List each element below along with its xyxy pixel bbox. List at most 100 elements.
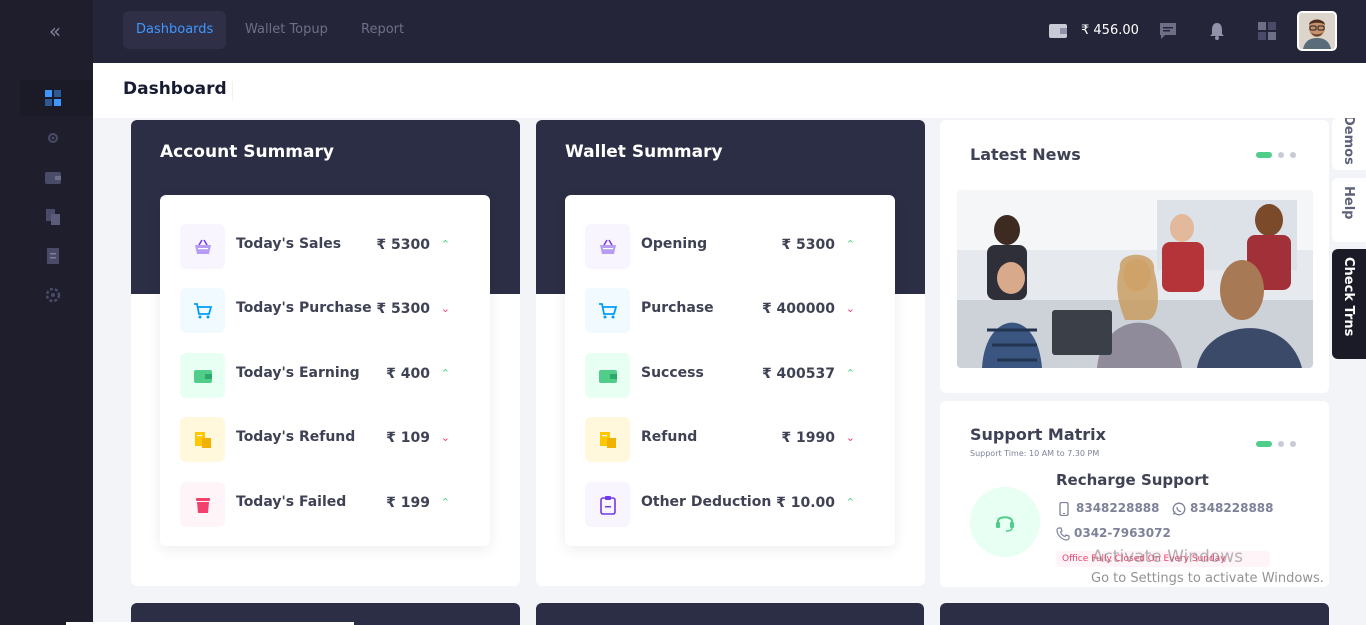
- row-label: Purchase: [641, 300, 714, 316]
- landline-phone[interactable]: 0342-7963072: [1056, 526, 1176, 542]
- nav-report[interactable]: Report: [348, 11, 417, 49]
- demos-tab-label: Demos: [1341, 118, 1356, 165]
- basket-icon: [180, 224, 225, 269]
- avatar[interactable]: [1297, 11, 1337, 51]
- trend-up-icon: ⌃: [845, 367, 855, 380]
- dashboard-grid-icon[interactable]: [44, 89, 62, 107]
- help-tab[interactable]: Help: [1332, 178, 1366, 242]
- carousel-indicator[interactable]: [1256, 152, 1300, 158]
- row-label: Today's Earning: [236, 365, 360, 381]
- carousel-dot[interactable]: [1278, 441, 1284, 447]
- row-value: ₹ 109: [386, 430, 430, 446]
- whatsapp-contact[interactable]: 8348228888: [1172, 501, 1292, 517]
- summary-row-success: Success ₹ 400537 ⌃: [585, 353, 875, 399]
- wallet-icon[interactable]: [1048, 22, 1068, 40]
- wallet-icon: [180, 353, 225, 398]
- summary-row-todays-earning: Today's Earning ₹ 400 ⌃: [180, 353, 470, 399]
- check-trns-tab[interactable]: Check Trns: [1332, 249, 1366, 359]
- gear-sprocket-icon[interactable]: [44, 129, 62, 147]
- coins-icon: [180, 417, 225, 462]
- trend-up-icon: ⌃: [845, 496, 855, 509]
- card-title: Account Summary: [160, 142, 334, 162]
- wallet-summary-card: Wallet Summary Opening ₹ 5300 ⌃ Purchase…: [536, 120, 925, 586]
- row-value: ₹ 10.00: [776, 495, 835, 511]
- news-image[interactable]: [957, 190, 1313, 368]
- double-chevron-left-icon[interactable]: «: [44, 20, 66, 42]
- headset-icon: [970, 487, 1040, 557]
- carousel-dot-active[interactable]: [1256, 152, 1272, 158]
- trend-up-icon: ⌃: [440, 238, 450, 251]
- whatsapp-number: 8348228888: [1190, 501, 1274, 515]
- summary-list: Opening ₹ 5300 ⌃ Purchase ₹ 400000 ⌄ Suc…: [565, 195, 895, 546]
- activate-windows-title: Activate Windows: [1092, 547, 1243, 567]
- activate-windows-subtitle: Go to Settings to activate Windows.: [1091, 571, 1324, 586]
- carousel-dot-active[interactable]: [1256, 441, 1272, 447]
- summary-row-other-deduction: Other Deduction ₹ 10.00 ⌃: [585, 482, 875, 528]
- top-header: Dashboards Wallet Topup Report ₹ 456.00: [93, 0, 1366, 63]
- row-value: ₹ 5300: [376, 237, 430, 253]
- summary-row-todays-sales: Today's Sales ₹ 5300 ⌃: [180, 224, 470, 270]
- report-file-icon[interactable]: [44, 247, 62, 265]
- latest-news-card: Latest News: [940, 120, 1329, 393]
- carousel-indicator[interactable]: [1256, 441, 1300, 447]
- bottom-card: [536, 603, 924, 625]
- row-value: ₹ 400: [386, 366, 430, 382]
- row-label: Today's Purchase: [236, 300, 372, 316]
- row-value: ₹ 5300: [781, 237, 835, 253]
- check-trns-tab-label: Check Trns: [1341, 257, 1356, 337]
- trend-up-icon: ⌃: [440, 367, 450, 380]
- carousel-dot[interactable]: [1278, 152, 1284, 158]
- documents-icon[interactable]: [44, 208, 62, 226]
- wallet-balance: ₹ 456.00: [1081, 23, 1139, 38]
- summary-list: Today's Sales ₹ 5300 ⌃ Today's Purchase …: [160, 195, 490, 546]
- settings-icon[interactable]: [44, 286, 62, 304]
- help-tab-label: Help: [1341, 186, 1356, 220]
- trash-icon: [180, 482, 225, 527]
- row-value: ₹ 400537: [761, 366, 835, 382]
- row-label: Success: [641, 365, 704, 381]
- demos-tab[interactable]: Demos: [1332, 118, 1366, 170]
- account-summary-card: Account Summary Today's Sales ₹ 5300 ⌃ T…: [131, 120, 520, 586]
- trend-down-icon: ⌄: [845, 302, 855, 315]
- cart-icon: [180, 288, 225, 333]
- apps-grid-icon[interactable]: [1256, 20, 1278, 42]
- row-label: Today's Sales: [236, 236, 342, 252]
- support-time: Support Time: 10 AM to 7.30 PM: [970, 449, 1100, 458]
- summary-row-todays-purchase: Today's Purchase ₹ 5300 ⌄: [180, 288, 470, 334]
- clipboard-icon: [585, 482, 630, 527]
- trend-down-icon: ⌄: [440, 302, 450, 315]
- mobile-phone[interactable]: 8348228888: [1058, 501, 1168, 517]
- row-label: Today's Refund: [236, 429, 356, 445]
- news-title: Latest News: [970, 145, 1081, 164]
- summary-row-todays-failed: Today's Failed ₹ 199 ⌃: [180, 482, 470, 528]
- row-value: ₹ 400000: [761, 301, 835, 317]
- summary-row-todays-refund: Today's Refund ₹ 109 ⌄: [180, 417, 470, 463]
- row-label: Opening: [641, 236, 708, 252]
- whatsapp-icon: [1172, 502, 1186, 516]
- bell-icon[interactable]: [1206, 20, 1228, 42]
- row-value: ₹ 199: [386, 495, 430, 511]
- nav-dashboards[interactable]: Dashboards: [123, 11, 227, 49]
- row-value: ₹ 5300: [376, 301, 430, 317]
- nav-wallet-topup[interactable]: Wallet Topup: [232, 11, 341, 49]
- trend-down-icon: ⌄: [845, 431, 855, 444]
- wallet-icon: [585, 353, 630, 398]
- bottom-card: [940, 603, 1329, 625]
- coins-icon: [585, 417, 630, 462]
- chat-icon[interactable]: [1157, 20, 1179, 42]
- trend-down-icon: ⌄: [440, 431, 450, 444]
- row-label: Today's Failed: [236, 494, 347, 510]
- trend-up-icon: ⌃: [440, 496, 450, 509]
- carousel-dot[interactable]: [1290, 441, 1296, 447]
- row-value: ₹ 1990: [781, 430, 835, 446]
- basket-icon: [585, 224, 630, 269]
- row-label: Other Deduction: [641, 494, 772, 510]
- title-divider: [232, 81, 233, 101]
- summary-row-opening: Opening ₹ 5300 ⌃: [585, 224, 875, 270]
- carousel-dot[interactable]: [1290, 152, 1296, 158]
- wallet-icon[interactable]: [44, 169, 62, 187]
- trend-up-icon: ⌃: [845, 238, 855, 251]
- card-title: Wallet Summary: [565, 142, 723, 162]
- sub-header: Dashboard: [93, 63, 1366, 118]
- landline-number: 0342-7963072: [1074, 526, 1171, 540]
